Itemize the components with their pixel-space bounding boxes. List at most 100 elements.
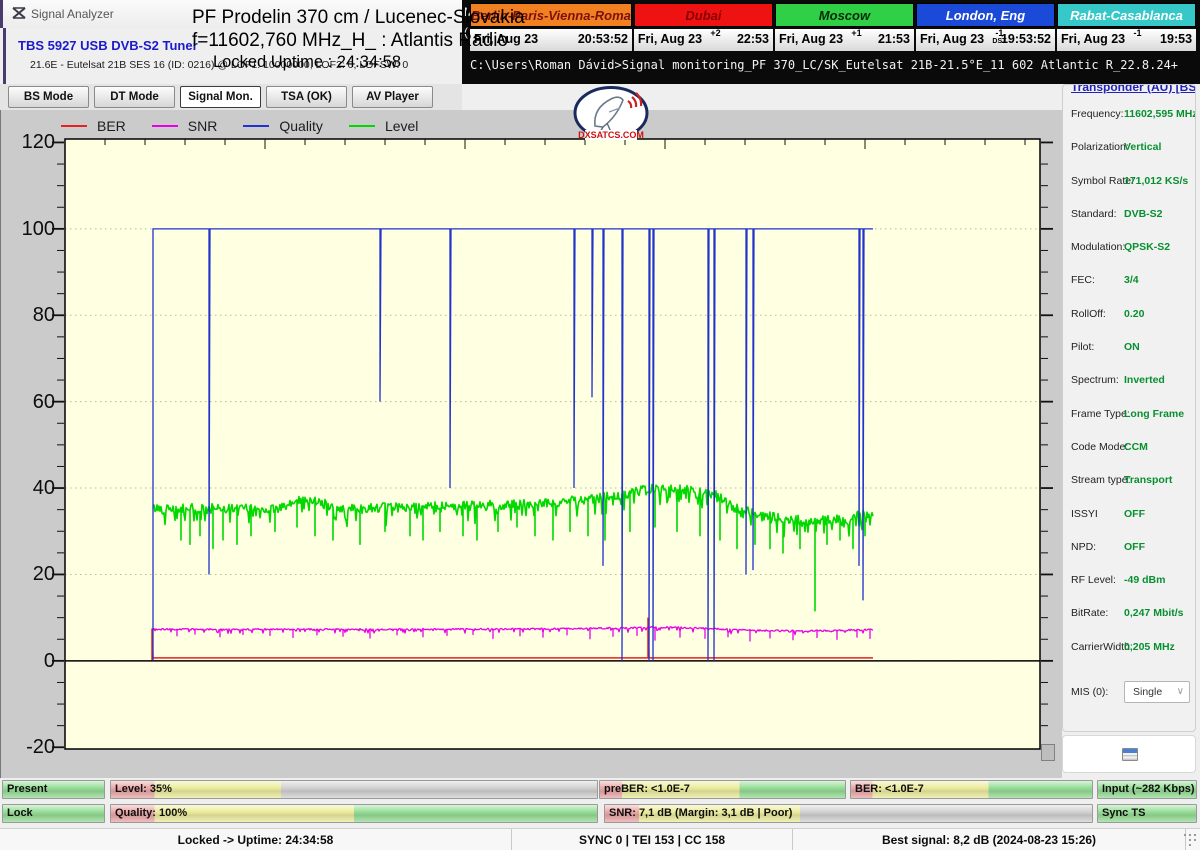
tab-signal-mon-[interactable]: Signal Mon.	[180, 86, 261, 108]
window-title: Signal Analyzer	[31, 7, 114, 21]
transponder-row: Spectrum:Inverted	[1063, 365, 1195, 398]
clock-utc-offset: -1	[1133, 29, 1141, 38]
transponder-row-value: DVB-S2	[1124, 208, 1163, 220]
mis-label: MIS (0):	[1071, 686, 1108, 698]
legend-swatch	[349, 125, 375, 128]
transponder-row-value: 0.20	[1124, 308, 1144, 320]
clock-4: London, EngFri, Aug 23-1DST19:53:52	[916, 3, 1055, 53]
transponder-row-value: 0,205 MHz	[1124, 641, 1175, 653]
tab-bs-mode[interactable]: BS Mode	[8, 86, 89, 108]
transponder-row-label: NPD:	[1071, 541, 1096, 553]
transponder-row: RF Level:-49 dBm	[1063, 565, 1195, 598]
transponder-row-label: Pilot:	[1071, 341, 1094, 353]
clock-utc-offset: +2	[710, 29, 720, 38]
clock-date: Fri, Aug 23	[920, 32, 984, 46]
transponder-row-label: RF Level:	[1071, 574, 1116, 586]
meter-preber: preBER: <1.0E-7	[599, 780, 846, 799]
status-bar: Locked -> Uptime: 24:34:58 SYNC 0 | TEI …	[0, 828, 1200, 850]
tab-bar: BS ModeDT ModeSignal Mon.TSA (OK)AV Play…	[0, 84, 462, 110]
chevron-down-icon: ∨	[1177, 686, 1184, 697]
legend-swatch	[243, 125, 269, 128]
clock-city-label: London, Eng	[916, 3, 1055, 27]
console-panel: M( Berlin-Paris-Vienna-RomaFri, Aug 2320…	[462, 0, 1200, 84]
capture-button[interactable]	[1062, 735, 1196, 773]
transponder-panel: Transponder (AU) [BS] Frequency:11602,59…	[1062, 84, 1196, 732]
meter-snr: SNR: 7,1 dB (Margin: 3,1 dB | Poor)	[604, 804, 1093, 823]
transponder-row-value: ON	[1124, 341, 1140, 353]
transponder-row: Modulation:QPSK-S2	[1063, 232, 1195, 265]
clock-city-label: Moscow	[775, 3, 914, 27]
app-icon	[12, 6, 27, 21]
transponder-row-label: RollOff:	[1071, 308, 1106, 320]
clock-3: MoscowFri, Aug 23+121:53	[775, 3, 914, 53]
mis-selected-value: Single	[1133, 686, 1162, 698]
transponder-row: Stream type:Transport	[1063, 465, 1195, 498]
transponder-row-value: Transport	[1124, 474, 1172, 486]
world-clocks: Berlin-Paris-Vienna-RomaFri, Aug 2320:53…	[470, 3, 1196, 53]
transponder-row: Symbol Rate:171,012 KS/s	[1063, 166, 1195, 199]
transponder-row-label: BitRate:	[1071, 607, 1108, 619]
transponder-row: BitRate:0,247 Mbit/s	[1063, 598, 1195, 631]
tab-dt-mode[interactable]: DT Mode	[94, 86, 175, 108]
clock-time-row: Fri, Aug 23-119:53	[1057, 29, 1196, 51]
transponder-row-label: Frequency:	[1071, 108, 1124, 120]
clock-time-row: Fri, Aug 23-1DST19:53:52	[916, 29, 1055, 51]
transponder-header: Transponder (AU) [BS]	[1071, 84, 1196, 94]
clock-2: DubaiFri, Aug 23+222:53	[634, 3, 773, 53]
status-uptime: Locked -> Uptime: 24:34:58	[0, 829, 511, 850]
station-header: PF Prodelin 370 cm / Lucenec-Slovakia f=…	[192, 6, 468, 72]
chart-corner-box[interactable]	[1041, 744, 1055, 761]
transponder-row: Polarization:Vertical	[1063, 132, 1195, 165]
tuner-name: TBS 5927 USB DVB-S2 Tuner	[18, 38, 198, 53]
transponder-row-label: Modulation:	[1071, 241, 1125, 253]
clock-date: Fri, Aug 23	[779, 32, 843, 46]
tab-av-player[interactable]: AV Player	[352, 86, 433, 108]
clock-time-row: Fri, Aug 23 +2 22:53	[634, 29, 773, 51]
clock-time: 21:53	[878, 32, 910, 46]
clock-time: 20:53:52	[578, 32, 628, 46]
transponder-row: Standard:DVB-S2	[1063, 199, 1195, 232]
transponder-row-value: Inverted	[1124, 374, 1165, 386]
transponder-row-value: OFF	[1124, 508, 1145, 520]
clock-time: 22:53	[737, 32, 769, 46]
meter-input: Input (~282 Kbps)	[1097, 780, 1197, 799]
clock-date: Fri, Aug 23	[638, 32, 702, 46]
clock-time: 19:53	[1160, 32, 1192, 46]
locked-uptime: Locked Uptime : 24:34:58	[192, 52, 422, 72]
status-sync-counters: SYNC 0 | TEI 153 | CC 158	[511, 829, 792, 850]
transponder-rows: Frequency:11602,595 MHz Polarization:Vert…	[1063, 99, 1195, 665]
transponder-row: Code Mode:CCM	[1063, 432, 1195, 465]
clock-city-label: Rabat-Casablanca	[1057, 3, 1196, 27]
meter-present: Present	[2, 780, 105, 799]
clock-time: 19:53:52	[1001, 32, 1051, 46]
meter-sync: Sync TS	[1097, 804, 1197, 823]
dxsatcs-logo: DXSATCS.COM	[573, 86, 651, 142]
transponder-row-label: ISSYI	[1071, 508, 1098, 520]
signal-analyzer-window: Signal Analyzer TBS 5927 USB DVB-S2 Tune…	[0, 0, 1200, 850]
transponder-row: RollOff: 0.20	[1063, 299, 1195, 332]
signal-chart	[49, 132, 1057, 762]
transponder-row: Pilot: ON	[1063, 332, 1195, 365]
console-command-line: C:\Users\Roman Dávid>Signal monitoring_P…	[470, 58, 1178, 72]
transponder-row-label: Frame Type:	[1071, 408, 1130, 420]
mis-select[interactable]: Single ∨	[1124, 681, 1190, 703]
transponder-row-value: 11602,595 MHz	[1124, 108, 1196, 120]
station-frequency: f=11602,760 MHz_H_ : Atlantis Radio	[192, 29, 468, 52]
transponder-row-value: 3/4	[1124, 274, 1139, 286]
mis-row: MIS (0): Single ∨	[1063, 680, 1195, 706]
transponder-row: Frame Type:Long Frame	[1063, 399, 1195, 432]
meter-ber: BER: <1.0E-7	[850, 780, 1093, 799]
legend-swatch	[152, 125, 178, 128]
resize-grip[interactable]	[1185, 829, 1200, 850]
transponder-row-label: FEC:	[1071, 274, 1095, 286]
signal-chart-widget: BERSNRQualityLevel 120100806040200-20	[0, 110, 1062, 778]
meter-level: Level: 35%	[110, 780, 598, 799]
clock-5: Rabat-CasablancaFri, Aug 23-119:53	[1057, 3, 1196, 53]
transponder-row-label: Polarization:	[1071, 141, 1129, 153]
transponder-row: CarrierWidth:0,205 MHz	[1063, 632, 1195, 665]
logo-text: DXSATCS.COM	[578, 130, 644, 140]
transponder-row-label: Code Mode:	[1071, 441, 1128, 453]
legend-swatch	[61, 125, 87, 128]
tab-tsa-ok-[interactable]: TSA (OK)	[266, 86, 347, 108]
meter-quality: Quality: 100%	[110, 804, 598, 823]
